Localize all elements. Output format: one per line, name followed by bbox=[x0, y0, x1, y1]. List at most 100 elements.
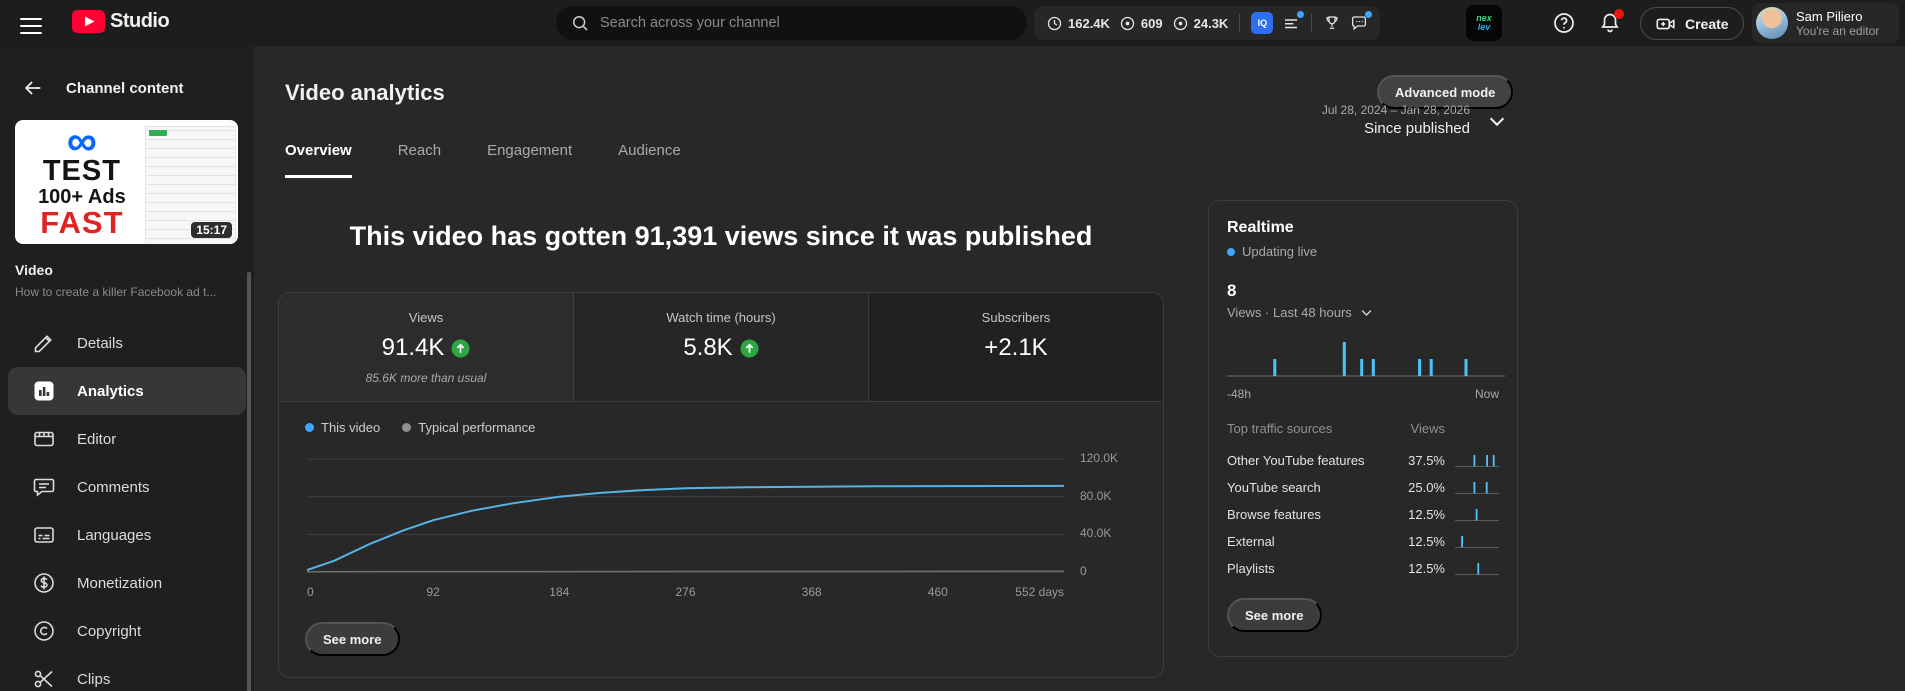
realtime-see-more-button[interactable]: See more bbox=[1227, 598, 1322, 632]
editor-icon bbox=[32, 427, 56, 451]
user-role: You're an editor bbox=[1796, 24, 1879, 38]
scissors-icon bbox=[32, 667, 56, 691]
legend-dot-gray bbox=[402, 423, 411, 432]
x-tick: 552 days bbox=[1015, 585, 1064, 599]
watch-time-stat: 162.4K bbox=[1046, 15, 1110, 32]
video-title: How to create a killer Facebook ad t... bbox=[15, 285, 239, 299]
x-tick: 460 bbox=[928, 585, 948, 599]
studio-wordmark: Studio bbox=[110, 10, 169, 33]
analytics-tabs: Overview Reach Engagement Audience bbox=[285, 142, 681, 178]
copyright-icon bbox=[32, 619, 56, 643]
notification-dot bbox=[1297, 11, 1304, 18]
traffic-row: Browse features 12.5% bbox=[1227, 501, 1499, 528]
page-title: Video analytics bbox=[285, 80, 445, 106]
y-tick: 80.0K bbox=[1080, 489, 1111, 503]
back-to-channel-content[interactable]: Channel content bbox=[0, 75, 254, 101]
realtime-metric-selector[interactable]: Views · Last 48 hours bbox=[1227, 305, 1499, 320]
legend-typical-performance[interactable]: Typical performance bbox=[402, 420, 535, 435]
trend-up-icon bbox=[451, 339, 470, 358]
tab-overview[interactable]: Overview bbox=[285, 142, 352, 178]
search-bar[interactable] bbox=[556, 6, 1027, 40]
sidebar-scrollbar[interactable] bbox=[247, 272, 251, 691]
x-axis-labels: 0 92 184 276 368 460 552 days bbox=[307, 585, 1064, 601]
trend-up-icon bbox=[740, 339, 759, 358]
trophy-icon[interactable] bbox=[1323, 14, 1341, 32]
account-menu[interactable]: Sam Piliero You're an editor bbox=[1752, 3, 1899, 43]
chart-legend: This video Typical performance bbox=[305, 420, 535, 435]
date-range-picker[interactable]: Jul 28, 2024 – Jan 28, 2026 Since publis… bbox=[1322, 102, 1508, 140]
updating-live: Updating live bbox=[1227, 244, 1499, 259]
bar-chart-icon bbox=[32, 379, 56, 403]
youtube-studio-app: Studio 162.4K 609 24.3K IQ bbox=[0, 0, 1905, 691]
x-tick: 276 bbox=[675, 585, 695, 599]
see-more-button[interactable]: See more bbox=[305, 622, 400, 656]
views-headline: This video has gotten 91,391 views since… bbox=[278, 221, 1164, 252]
sidebar: Channel content ∞ TEST 100+ Ads FAST 15:… bbox=[0, 46, 254, 691]
divider bbox=[1311, 14, 1312, 32]
legend-this-video[interactable]: This video bbox=[305, 420, 380, 435]
sidebar-item-analytics[interactable]: Analytics bbox=[8, 367, 246, 415]
help-icon[interactable] bbox=[1552, 11, 1576, 35]
vidiq-icon[interactable]: IQ bbox=[1251, 12, 1273, 34]
menu-icon[interactable] bbox=[20, 13, 42, 33]
sidebar-item-details[interactable]: Details bbox=[8, 319, 246, 367]
chevron-down-icon bbox=[1359, 305, 1374, 320]
video-thumbnail: ∞ TEST 100+ Ads FAST 15:17 bbox=[15, 120, 238, 244]
youtube-play-icon bbox=[72, 10, 105, 33]
live-dot bbox=[1227, 248, 1235, 256]
tab-audience[interactable]: Audience bbox=[618, 142, 681, 178]
y-tick: 0 bbox=[1080, 564, 1087, 578]
x-tick: 368 bbox=[802, 585, 822, 599]
tab-engagement[interactable]: Engagement bbox=[487, 142, 572, 178]
back-label: Channel content bbox=[66, 80, 184, 97]
subtitles-icon bbox=[32, 523, 56, 547]
sidebar-item-clips[interactable]: Clips bbox=[8, 655, 246, 691]
notification-badge bbox=[1614, 9, 1624, 19]
traffic-table-header: Top traffic sources Views bbox=[1227, 421, 1499, 436]
x-tick: 92 bbox=[427, 585, 440, 599]
metric-views[interactable]: Views 91.4K 85.6K more than usual bbox=[279, 293, 573, 401]
sidebar-item-comments[interactable]: Comments bbox=[8, 463, 246, 511]
main-content: Video analytics Advanced mode Jul 28, 20… bbox=[255, 46, 1905, 691]
tab-reach[interactable]: Reach bbox=[398, 142, 441, 178]
clock-icon bbox=[1046, 15, 1063, 32]
dollar-circle-icon bbox=[32, 571, 56, 595]
nexlev-extension-icon[interactable]: nexlev bbox=[1466, 5, 1502, 41]
topbar: Studio 162.4K 609 24.3K IQ bbox=[0, 0, 1905, 46]
y-tick: 120.0K bbox=[1080, 451, 1118, 465]
notification-dot bbox=[1365, 11, 1372, 18]
sidebar-item-monetization[interactable]: Monetization bbox=[8, 559, 246, 607]
sidebar-item-languages[interactable]: Languages bbox=[8, 511, 246, 559]
overview-chart-card: Views 91.4K 85.6K more than usual Watch … bbox=[278, 292, 1164, 678]
studio-logo[interactable]: Studio bbox=[72, 10, 169, 33]
views-stat: 609 bbox=[1119, 15, 1163, 32]
sidebar-nav: Details Analytics Editor Comments Langua… bbox=[0, 319, 254, 691]
date-mode: Since published bbox=[1322, 118, 1470, 140]
traffic-sparkline bbox=[1455, 481, 1499, 495]
subs-stat: 24.3K bbox=[1172, 15, 1229, 32]
create-button[interactable]: Create bbox=[1640, 7, 1744, 40]
duration-badge: 15:17 bbox=[191, 222, 232, 238]
sidebar-item-editor[interactable]: Editor bbox=[8, 415, 246, 463]
metric-subscribers[interactable]: Subscribers +2.1K bbox=[868, 293, 1163, 401]
extension-stats-pill[interactable]: 162.4K 609 24.3K IQ bbox=[1034, 6, 1380, 40]
realtime-title: Realtime bbox=[1227, 219, 1499, 237]
comment-icon bbox=[32, 475, 56, 499]
user-name: Sam Piliero bbox=[1796, 9, 1879, 24]
views-line-chart bbox=[307, 443, 1064, 593]
notifications-button[interactable] bbox=[1598, 11, 1622, 35]
pencil-icon bbox=[32, 331, 56, 355]
divider bbox=[1239, 14, 1240, 32]
search-input[interactable] bbox=[600, 15, 1013, 31]
traffic-sparkline bbox=[1455, 562, 1499, 576]
x-tick: 184 bbox=[549, 585, 569, 599]
chat-button[interactable] bbox=[1350, 14, 1368, 32]
traffic-row: Playlists 12.5% bbox=[1227, 555, 1499, 582]
traffic-row: External 12.5% bbox=[1227, 528, 1499, 555]
avatar bbox=[1756, 7, 1788, 39]
meta-logo: ∞ bbox=[67, 126, 97, 156]
metric-watch-time[interactable]: Watch time (hours) 5.8K bbox=[573, 293, 868, 401]
sidebar-item-copyright[interactable]: Copyright bbox=[8, 607, 246, 655]
traffic-row: Other YouTube features 37.5% bbox=[1227, 447, 1499, 474]
list-menu-button[interactable] bbox=[1282, 14, 1300, 32]
